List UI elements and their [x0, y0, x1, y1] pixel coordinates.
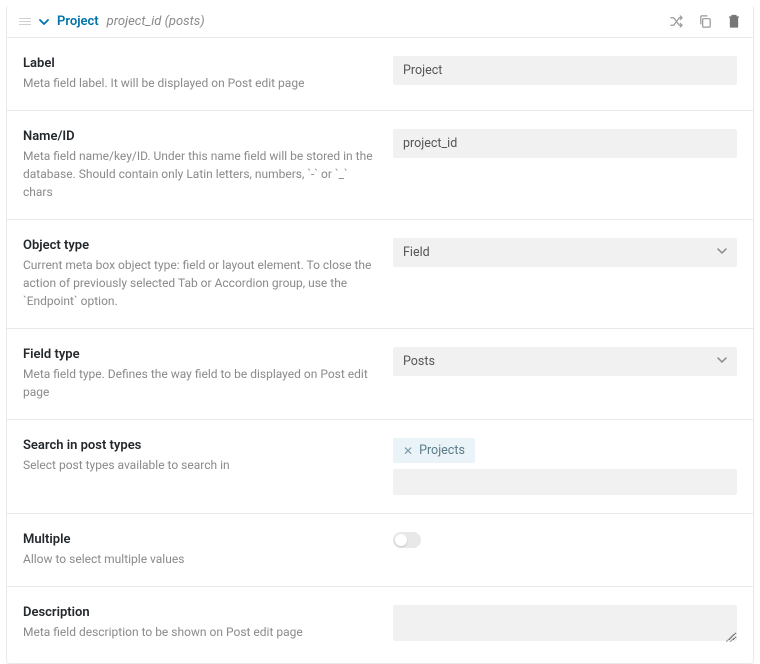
select-value: Posts — [403, 354, 435, 369]
card-meta: project_id (posts) — [107, 14, 205, 29]
card-header: Project project_id (posts) — [7, 6, 753, 38]
row-description: Description Meta field description to be… — [7, 587, 753, 663]
field-desc: Select post types available to search in — [23, 456, 373, 474]
meta-field-card: Project project_id (posts) Label Meta fi… — [6, 6, 754, 664]
drag-handle-icon[interactable] — [19, 18, 31, 25]
close-icon[interactable]: ✕ — [403, 444, 413, 458]
field-desc: Meta field name/key/ID. Under this name … — [23, 147, 373, 201]
select-value: Field — [403, 245, 430, 260]
field-desc: Meta field description to be shown on Po… — [23, 623, 373, 641]
field-desc: Allow to select multiple values — [23, 550, 373, 568]
shuffle-icon[interactable] — [669, 14, 684, 29]
multiple-toggle[interactable] — [393, 532, 421, 548]
trash-icon[interactable] — [727, 14, 741, 29]
field-title: Description — [23, 605, 373, 620]
post-types-search-input[interactable] — [393, 469, 737, 495]
description-textarea[interactable] — [393, 605, 737, 641]
name-id-input[interactable] — [393, 129, 737, 158]
chevron-down-icon — [717, 354, 727, 369]
copy-icon[interactable] — [698, 14, 713, 29]
field-type-select[interactable]: Posts — [393, 347, 737, 376]
field-title: Label — [23, 56, 373, 71]
field-desc: Current meta box object type: field or l… — [23, 256, 373, 310]
tag-label: Projects — [419, 443, 465, 458]
label-input[interactable] — [393, 56, 737, 85]
field-title: Multiple — [23, 532, 373, 547]
header-actions — [669, 14, 741, 29]
post-types-tags: ✕ Projects — [393, 438, 737, 463]
row-field-type: Field type Meta field type. Defines the … — [7, 329, 753, 420]
field-title: Search in post types — [23, 438, 373, 453]
row-object-type: Object type Current meta box object type… — [7, 220, 753, 329]
row-multiple: Multiple Allow to select multiple values — [7, 514, 753, 587]
field-title: Name/ID — [23, 129, 373, 144]
card-title[interactable]: Project — [57, 14, 99, 29]
field-title: Object type — [23, 238, 373, 253]
chevron-down-icon[interactable] — [39, 17, 49, 27]
row-label: Label Meta field label. It will be displ… — [7, 38, 753, 111]
field-title: Field type — [23, 347, 373, 362]
row-name-id: Name/ID Meta field name/key/ID. Under th… — [7, 111, 753, 220]
row-search-post-types: Search in post types Select post types a… — [7, 420, 753, 514]
object-type-select[interactable]: Field — [393, 238, 737, 267]
tag-item: ✕ Projects — [393, 438, 475, 463]
chevron-down-icon — [717, 245, 727, 260]
field-desc: Meta field type. Defines the way field t… — [23, 365, 373, 401]
field-desc: Meta field label. It will be displayed o… — [23, 74, 373, 92]
